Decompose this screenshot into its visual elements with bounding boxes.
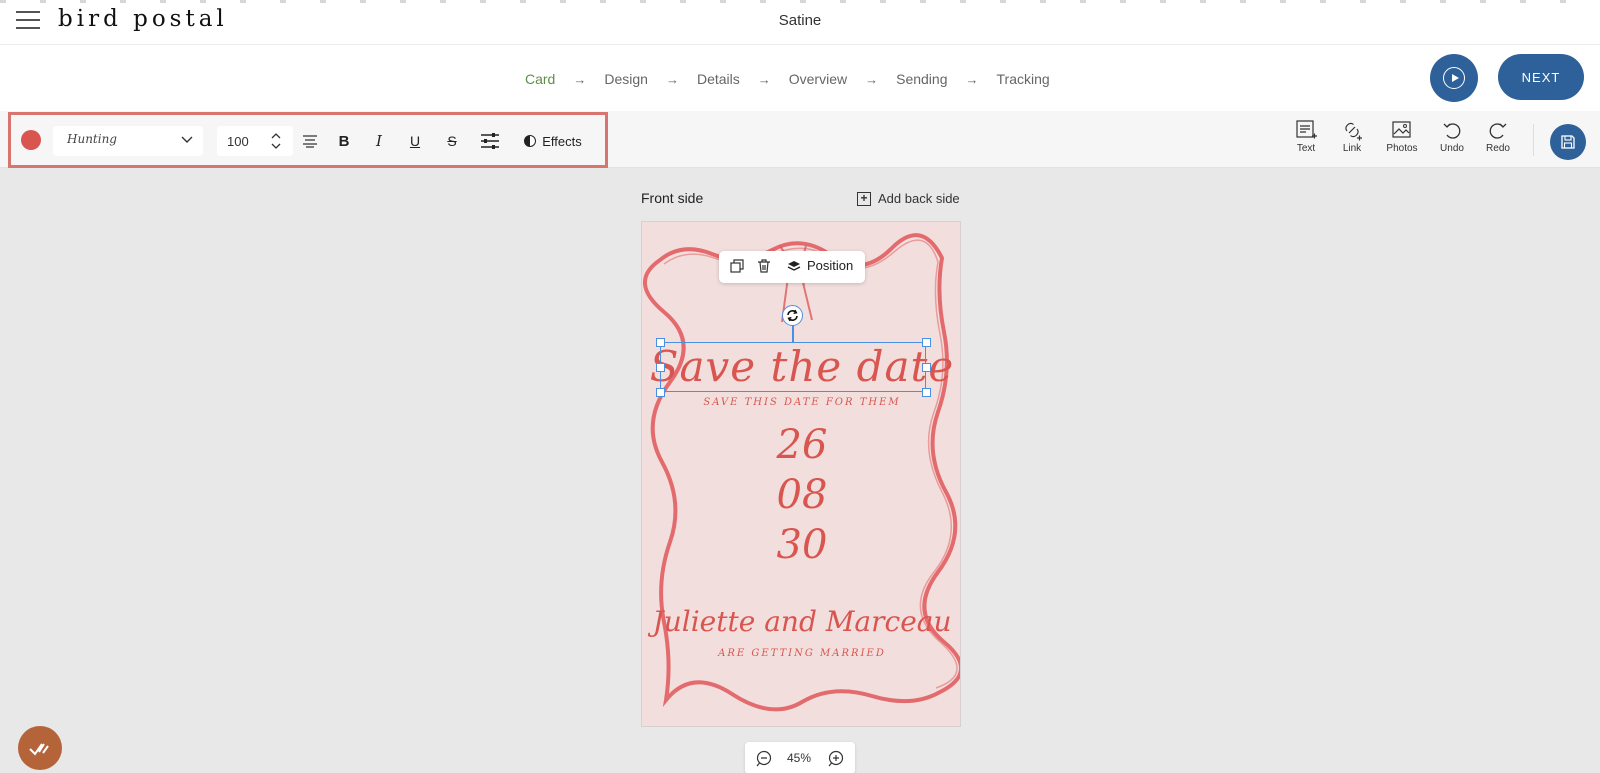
step-navigation: Card → Design → Details → Overview → Sen… xyxy=(525,71,1050,87)
add-back-side-button[interactable]: + Add back side xyxy=(857,191,960,206)
effects-label: Effects xyxy=(542,133,582,149)
front-side-label: Front side xyxy=(641,190,704,206)
zoom-out-icon[interactable] xyxy=(755,750,773,768)
top-bar: bird postal Satine xyxy=(0,0,1600,45)
resize-handle-top-left[interactable] xyxy=(656,338,665,347)
line-spacing-icon[interactable] xyxy=(478,127,502,155)
help-assistant-button[interactable] xyxy=(18,726,62,770)
element-context-menu: Position xyxy=(719,251,865,283)
card-tagline[interactable]: ARE GETTING MARRIED xyxy=(642,648,960,659)
resize-handle-top-right[interactable] xyxy=(922,338,931,347)
card-month[interactable]: 08 xyxy=(642,472,960,518)
next-button[interactable]: NEXT xyxy=(1498,54,1584,100)
link-icon xyxy=(1345,122,1362,141)
text-selection-box[interactable] xyxy=(660,342,926,392)
arrow-right-icon: → xyxy=(665,71,679,87)
preview-play-button[interactable] xyxy=(1430,54,1478,102)
chevron-down-icon xyxy=(181,136,193,143)
bold-button[interactable]: B xyxy=(334,127,354,155)
effects-icon xyxy=(524,135,537,147)
document-title: Satine xyxy=(778,12,822,29)
save-button[interactable] xyxy=(1550,124,1586,160)
zoom-in-icon[interactable] xyxy=(827,750,845,768)
rotate-icon xyxy=(787,309,798,322)
font-family-select[interactable]: Hunting xyxy=(53,126,203,156)
redo-button[interactable]: Redo xyxy=(1476,119,1520,154)
arrow-right-icon: → xyxy=(965,71,979,87)
editor-toolbar: Hunting 100 B I U S Effects Text Link Ph… xyxy=(0,111,1600,168)
duplicate-icon[interactable] xyxy=(729,258,745,274)
underline-button[interactable]: U xyxy=(405,127,425,155)
add-back-side-label: Add back side xyxy=(878,191,960,206)
step-card[interactable]: Card xyxy=(525,71,555,87)
redo-icon xyxy=(1489,123,1507,139)
step-details[interactable]: Details xyxy=(697,71,740,87)
font-name: Hunting xyxy=(67,132,117,146)
strikethrough-button[interactable]: S xyxy=(442,127,462,155)
add-link-button[interactable]: Link xyxy=(1330,119,1374,154)
font-size-stepper-icon[interactable] xyxy=(269,129,283,153)
card-subtitle[interactable]: SAVE THIS DATE FOR THEM xyxy=(642,397,960,408)
resize-handle-bottom-right[interactable] xyxy=(922,388,931,397)
toolbar-divider xyxy=(1533,124,1534,156)
text-color-picker[interactable] xyxy=(21,130,41,150)
font-size-value: 100 xyxy=(227,134,249,149)
undo-button[interactable]: Undo xyxy=(1430,119,1474,154)
add-text-button[interactable]: Text xyxy=(1284,119,1328,154)
position-button[interactable]: Position xyxy=(787,258,853,273)
card-year[interactable]: 30 xyxy=(642,522,960,568)
align-center-icon[interactable] xyxy=(299,127,321,155)
checkmark-icon xyxy=(29,743,49,756)
step-design[interactable]: Design xyxy=(604,71,648,87)
card-front[interactable]: Save the date SAVE THIS DATE FOR THEM 26… xyxy=(641,221,961,727)
step-tracking[interactable]: Tracking xyxy=(997,71,1050,87)
plus-square-icon: + xyxy=(857,191,871,206)
arrow-right-icon: → xyxy=(573,71,587,87)
zoom-control: 45% xyxy=(745,742,855,773)
text-format-toolbar: Hunting 100 B I U S Effects xyxy=(8,112,608,168)
arrow-right-icon: → xyxy=(865,71,879,87)
layers-icon xyxy=(787,260,801,271)
undo-icon xyxy=(1443,123,1461,139)
card-names[interactable]: Juliette and Marceau xyxy=(642,605,960,638)
trash-icon[interactable] xyxy=(756,258,772,274)
add-photos-button[interactable]: Photos xyxy=(1380,119,1424,154)
resize-handle-right[interactable] xyxy=(922,363,931,372)
card-day[interactable]: 26 xyxy=(642,422,960,468)
image-icon xyxy=(1392,121,1411,138)
zoom-level: 45% xyxy=(787,751,812,765)
step-overview[interactable]: Overview xyxy=(789,71,847,87)
play-icon xyxy=(1443,67,1465,89)
font-size-field[interactable]: 100 xyxy=(217,126,293,156)
arrow-right-icon: → xyxy=(757,71,771,87)
italic-button[interactable]: I xyxy=(369,127,389,155)
resize-handle-left[interactable] xyxy=(656,363,665,372)
steps-bar: Card → Design → Details → Overview → Sen… xyxy=(0,45,1600,111)
effects-button[interactable]: Effects xyxy=(517,127,589,155)
text-box-icon xyxy=(1296,120,1317,139)
save-icon xyxy=(1561,135,1575,149)
resize-handle-bottom-left[interactable] xyxy=(656,388,665,397)
rotate-handle[interactable] xyxy=(782,305,803,326)
step-sending[interactable]: Sending xyxy=(896,71,947,87)
